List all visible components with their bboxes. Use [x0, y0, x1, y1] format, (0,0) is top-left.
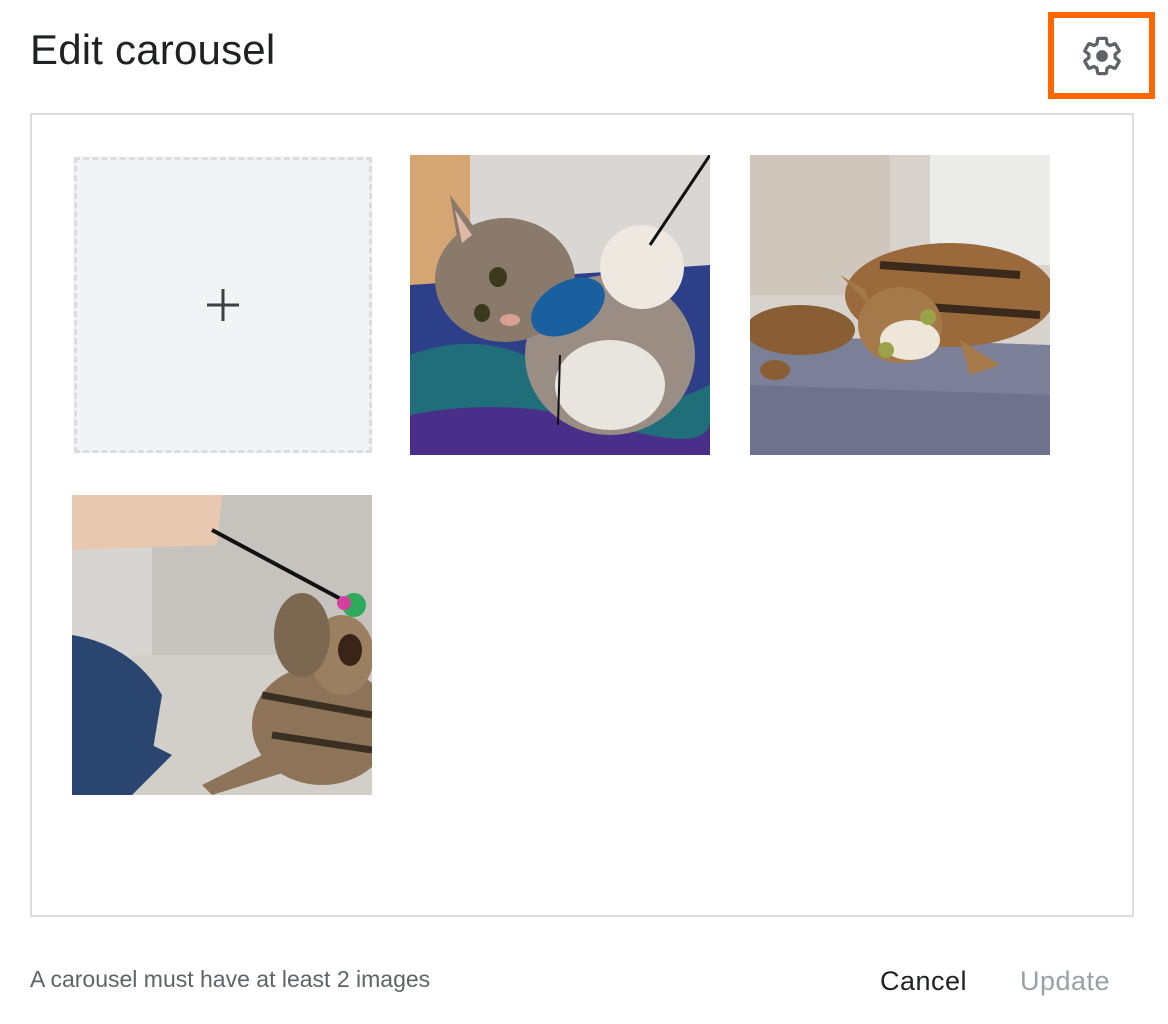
carousel-image-1[interactable] — [410, 155, 710, 455]
gear-icon — [1082, 36, 1121, 75]
update-button[interactable]: Update — [1020, 966, 1110, 997]
settings-button[interactable] — [1048, 12, 1155, 99]
cancel-button[interactable]: Cancel — [880, 966, 967, 997]
min-images-hint: A carousel must have at least 2 images — [30, 966, 431, 992]
carousel-image-3[interactable] — [72, 495, 372, 795]
plus-icon — [207, 289, 239, 321]
carousel-image-2[interactable] — [750, 155, 1050, 455]
image-grid-panel — [30, 113, 1134, 917]
dialog-title: Edit carousel — [30, 26, 276, 73]
add-image-tile[interactable] — [74, 157, 372, 453]
